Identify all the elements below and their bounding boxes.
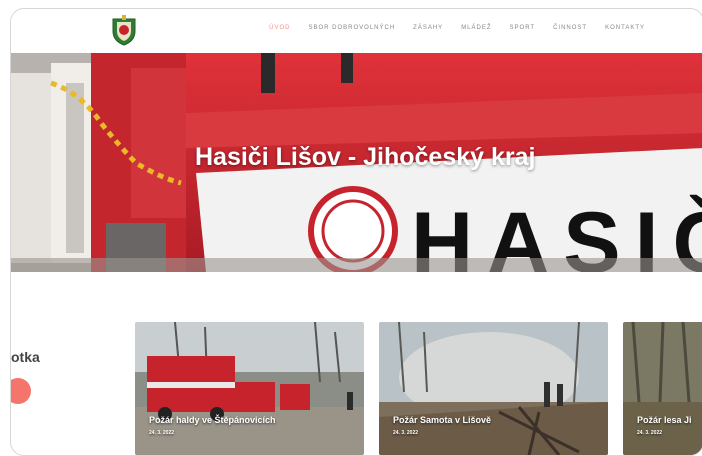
news-card[interactable]: Požár haldy ve Štěpánovicích 24. 3. 2022 <box>135 322 364 455</box>
main-nav: Úvod Sbor dobrovolných Zásahy Mládež Spo… <box>269 25 645 31</box>
nav-item-sbor[interactable]: Sbor dobrovolných <box>308 25 395 31</box>
browser-frame: Úvod Sbor dobrovolných Zásahy Mládež Spo… <box>10 8 702 456</box>
news-title: Požár haldy ve Štěpánovicích <box>149 415 276 425</box>
nav-item-cinnost[interactable]: Činnost <box>553 25 587 31</box>
site-header: Úvod Sbor dobrovolných Zásahy Mládež Spo… <box>11 9 702 53</box>
section-title: otka <box>11 349 40 365</box>
hero-banner: HASIČ Hasiči Lišov - Jihočeský kraj <box>11 53 702 272</box>
news-title: Požár Samota v Lišově <box>393 415 492 425</box>
news-card[interactable]: Požár lesa Ji 24. 3. 2022 <box>623 322 702 455</box>
section-button[interactable] <box>11 378 31 404</box>
news-title: Požár lesa Ji <box>637 415 692 425</box>
news-date: 24. 3. 2022 <box>637 430 663 436</box>
news-date: 24. 3. 2022 <box>149 430 175 436</box>
hero-title: Hasiči Lišov - Jihočeský kraj <box>195 143 536 171</box>
site-logo-icon[interactable] <box>109 13 139 47</box>
news-card[interactable]: Požár Samota v Lišově 24. 3. 2022 <box>379 322 608 455</box>
news-date: 24. 3. 2022 <box>393 430 419 436</box>
nav-item-uvod[interactable]: Úvod <box>269 25 290 31</box>
nav-item-sport[interactable]: Sport <box>510 25 536 31</box>
nav-item-mladez[interactable]: Mládež <box>461 25 491 31</box>
nav-item-kontakty[interactable]: Kontakty <box>605 25 645 31</box>
nav-item-zasahy[interactable]: Zásahy <box>413 25 443 31</box>
news-photo <box>623 322 702 455</box>
